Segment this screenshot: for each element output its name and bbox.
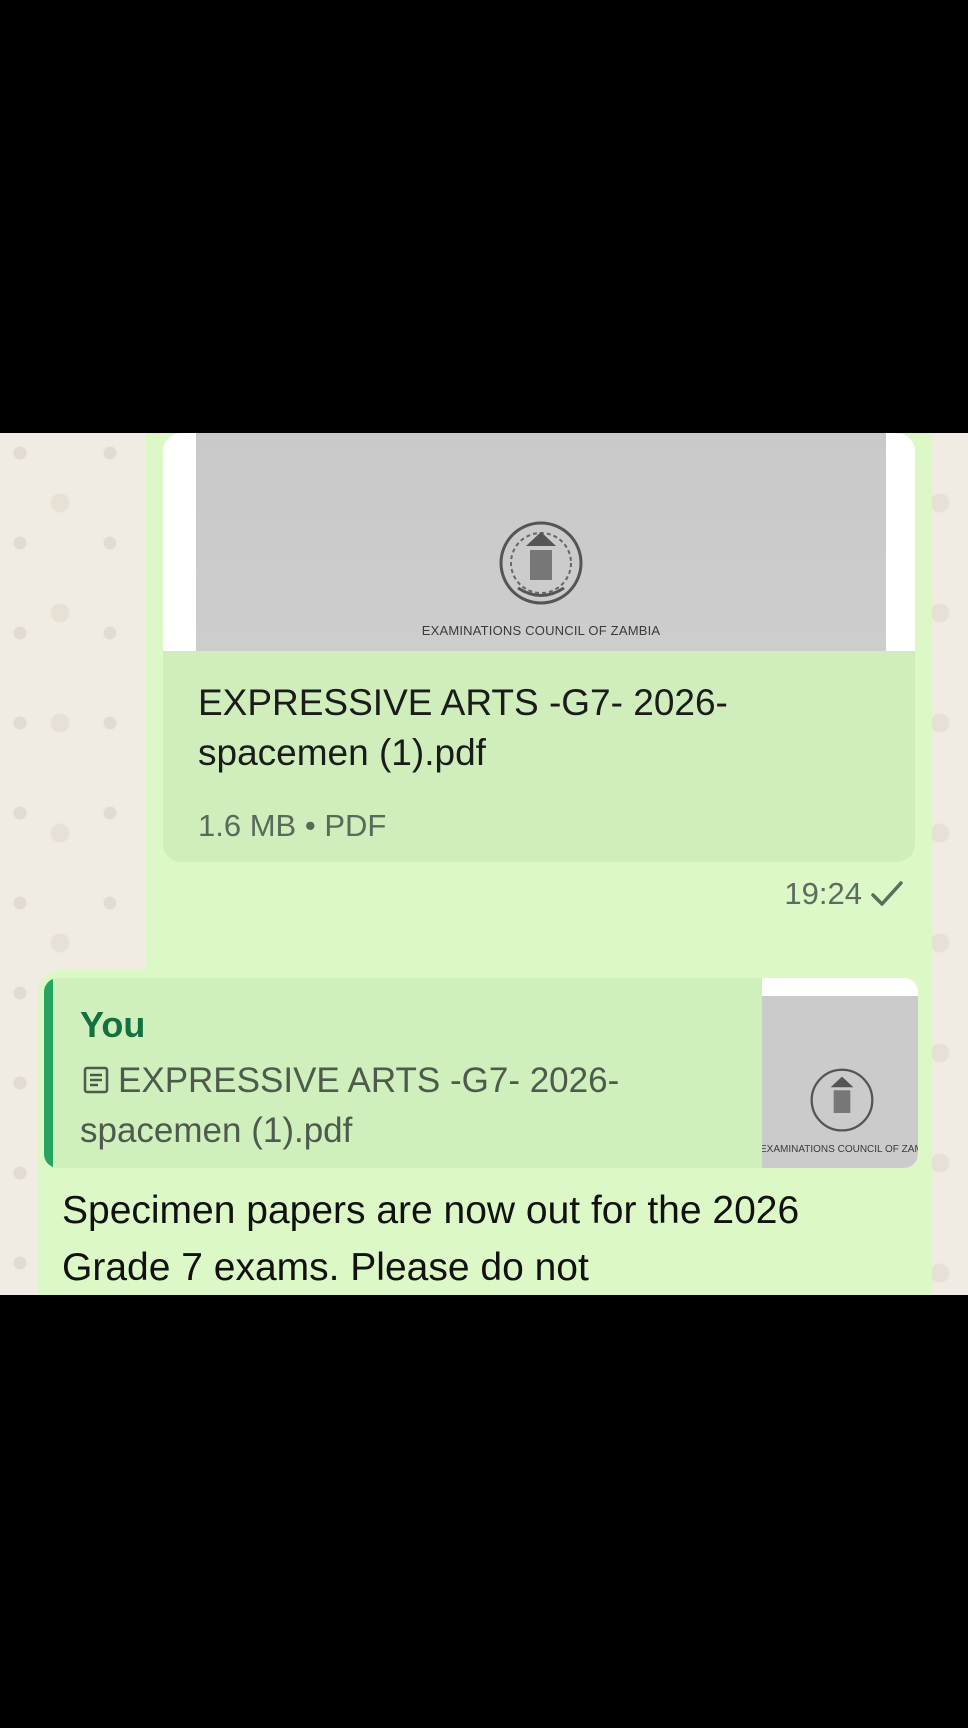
chat-area[interactable]: EXAMINATIONS COUNCIL OF ZAMBIA EXPRESSIV… — [0, 433, 968, 1295]
quote-thumb-caption: EXAMINATIONS COUNCIL OF ZAMBIA — [762, 1144, 918, 1155]
quote-file-name: EXPRESSIVE ARTS -G7- 2026-spacemen (1).p… — [80, 1061, 620, 1150]
document-file-name: EXPRESSIVE ARTS -G7- 2026-spacemen (1).p… — [198, 682, 728, 773]
file-size: 1.6 MB — [198, 808, 297, 843]
message-text: Specimen papers are now out for the 2026… — [62, 1189, 800, 1289]
file-type: PDF — [324, 808, 387, 843]
message-status: 19:24 — [784, 876, 904, 912]
document-icon — [83, 1066, 109, 1094]
document-meta: 1.6 MB • PDF — [198, 808, 386, 844]
timestamp: 19:24 — [784, 876, 862, 911]
document-card[interactable]: EXAMINATIONS COUNCIL OF ZAMBIA EXPRESSIV… — [163, 433, 915, 862]
quote-author: You — [80, 1004, 146, 1045]
single-check-icon — [871, 881, 903, 906]
preview-caption: EXAMINATIONS COUNCIL OF ZAMBIA — [421, 623, 661, 638]
quote-bar — [44, 978, 53, 1168]
quote-text: EXPRESSIVE ARTS -G7- 2026-spacemen (1).p… — [80, 1056, 680, 1156]
coat-of-arms-icon — [499, 521, 583, 605]
document-preview[interactable]: EXAMINATIONS COUNCIL OF ZAMBIA — [163, 433, 915, 651]
quote-thumbnail-image: EXAMINATIONS COUNCIL OF ZAMBIA — [762, 996, 918, 1168]
reply-message-bubble[interactable]: You EXPRESSIVE ARTS -G7- 2026-spacemen (… — [38, 970, 924, 1295]
coat-of-arms-icon — [810, 1068, 874, 1132]
quote-thumbnail: EXAMINATIONS COUNCIL OF ZAMBIA — [762, 978, 918, 1168]
quoted-message[interactable]: You EXPRESSIVE ARTS -G7- 2026-spacemen (… — [44, 978, 918, 1168]
meta-separator: • — [304, 808, 325, 843]
document-preview-image: EXAMINATIONS COUNCIL OF ZAMBIA — [196, 433, 886, 651]
